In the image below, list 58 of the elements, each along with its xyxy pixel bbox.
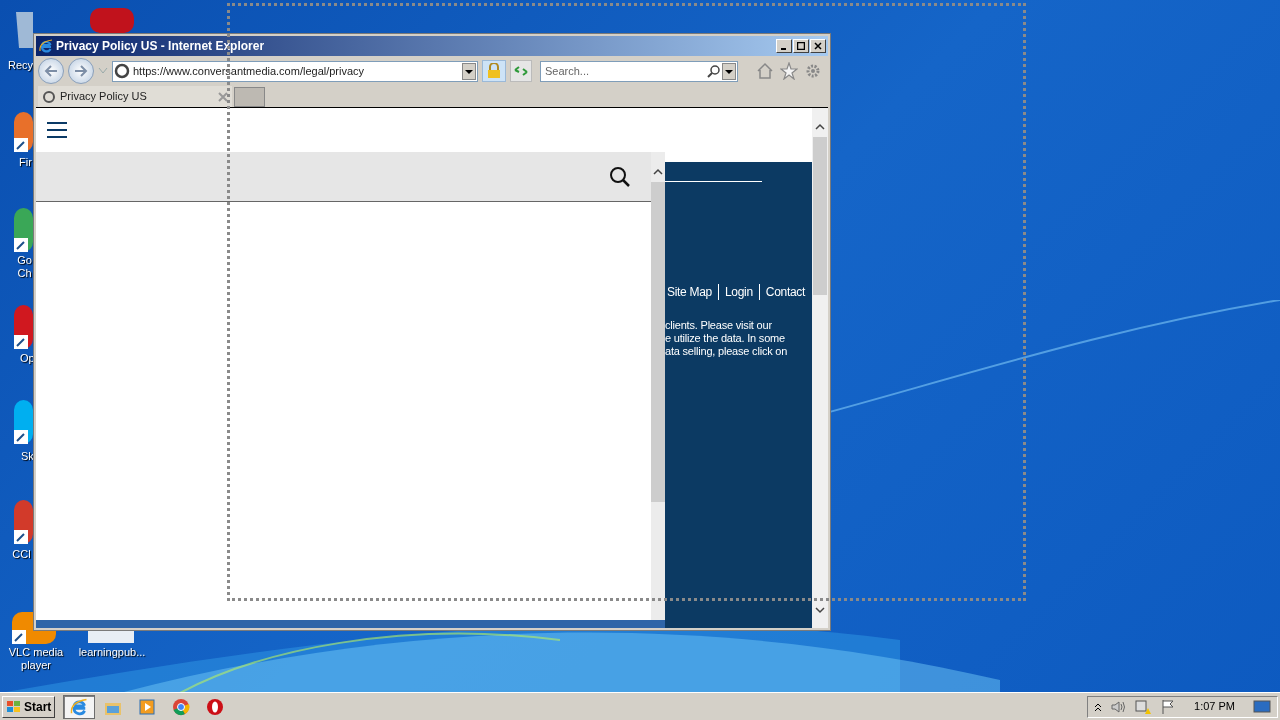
scroll-down-icon[interactable]: [815, 606, 825, 614]
close-icon: [814, 42, 822, 50]
star-icon[interactable]: [780, 62, 798, 80]
icon-label: Fir: [18, 156, 33, 169]
footer-link[interactable]: Login: [724, 283, 753, 301]
home-icon[interactable]: [756, 62, 774, 80]
maximize-button[interactable]: [793, 39, 809, 53]
scroll-up-icon[interactable]: [653, 168, 663, 176]
icon-label: learningpub...: [77, 646, 147, 659]
browser-logo-icon: [38, 38, 54, 54]
windows-logo-icon: [6, 699, 22, 714]
lock-button[interactable]: [482, 60, 506, 82]
network-warning-icon[interactable]: [1134, 698, 1153, 715]
footer-link[interactable]: Contact: [765, 283, 806, 301]
icon-label: VLC media player: [8, 646, 64, 672]
footer-text: clients. Please visit our e utilize the data. In some ata selling, please click on: [665, 319, 789, 358]
scroll-up-icon[interactable]: [815, 123, 825, 131]
show-desktop-icon[interactable]: [1253, 699, 1271, 714]
maximize-icon: [797, 42, 805, 50]
tab-title: Privacy Policy US: [60, 89, 147, 105]
search-icon[interactable]: [609, 166, 631, 188]
address-field[interactable]: https://www.conversantmedia.com/legal/privacy: [112, 60, 478, 82]
app-icon[interactable]: [14, 208, 33, 252]
app-icon[interactable]: [14, 400, 33, 444]
app-icon[interactable]: [14, 305, 33, 349]
dropdown-icon[interactable]: [462, 62, 476, 80]
icon-label: Sk: [21, 450, 33, 463]
start-button[interactable]: Start: [2, 695, 56, 718]
new-tab-button[interactable]: [234, 86, 265, 107]
refresh-button[interactable]: [510, 60, 532, 82]
arrow-right-icon: [74, 65, 88, 77]
close-icon[interactable]: [218, 91, 228, 102]
refresh-icon: [513, 65, 529, 77]
menu-icon[interactable]: [46, 121, 68, 139]
window-title: Privacy Policy US - Internet Explorer: [56, 38, 265, 55]
clock[interactable]: 1:07 PM: [1194, 698, 1235, 715]
browser-tab[interactable]: Privacy Policy US: [38, 86, 232, 107]
lock-icon: [487, 63, 501, 79]
taskbar-app-button[interactable]: [63, 694, 96, 719]
loading-icon: [42, 89, 56, 104]
minimize-button[interactable]: [776, 39, 792, 53]
speaker-icon[interactable]: [1110, 699, 1127, 714]
close-button[interactable]: [810, 39, 826, 53]
arrow-left-icon: [44, 65, 58, 77]
forward-button[interactable]: [68, 58, 94, 84]
icon-label: Recy: [8, 59, 33, 72]
icon-label: CCl: [11, 548, 32, 561]
loading-icon: [113, 62, 131, 80]
address-text: https://www.conversantmedia.com/legal/privacy: [133, 63, 365, 79]
footer-link[interactable]: Site Map: [667, 283, 712, 301]
settings-icon[interactable]: [804, 62, 822, 80]
chevron-up-icon[interactable]: [1094, 701, 1103, 712]
back-button[interactable]: [38, 58, 64, 84]
app-icon[interactable]: [14, 112, 33, 152]
scrollbar-thumb[interactable]: [813, 137, 827, 295]
scrollbar-thumb[interactable]: [651, 182, 665, 502]
app-icon[interactable]: [14, 500, 33, 544]
icon-label: Go Ch: [17, 254, 32, 280]
